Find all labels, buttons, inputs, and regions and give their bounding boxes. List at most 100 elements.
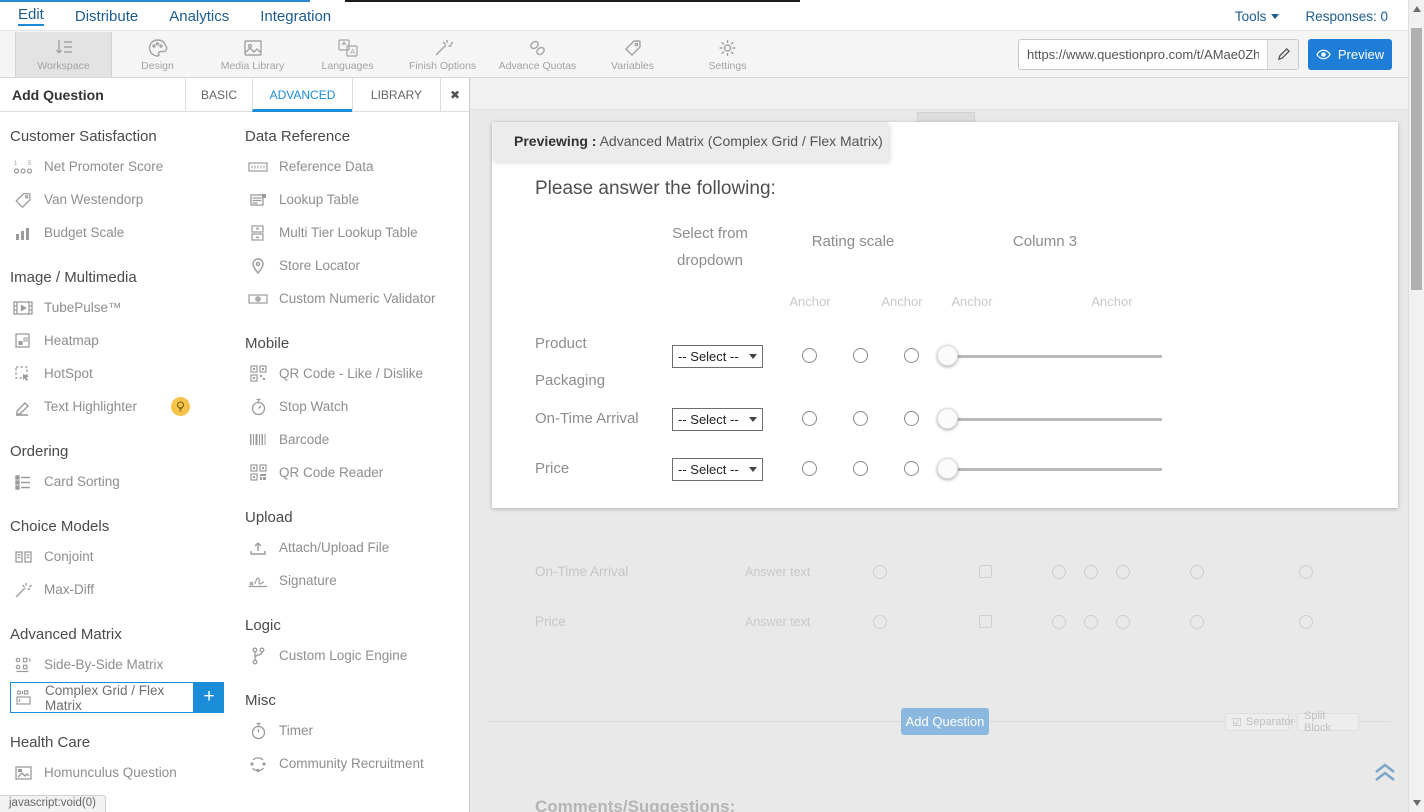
item-qr-code-reader[interactable]: QR Code Reader bbox=[245, 456, 470, 489]
item-signature[interactable]: Signature bbox=[245, 564, 470, 597]
radio-on-time-arrival-2[interactable] bbox=[853, 411, 868, 426]
dropdown-product-packaging[interactable]: -- Select -- bbox=[672, 345, 763, 368]
scroll-to-top-button[interactable] bbox=[1373, 761, 1397, 783]
separator-toggle[interactable]: ☑Separator bbox=[1225, 713, 1289, 731]
radio-price-2[interactable] bbox=[853, 461, 868, 476]
item-custom-logic-engine[interactable]: Custom Logic Engine bbox=[245, 639, 470, 672]
stopwatch-icon bbox=[245, 398, 271, 416]
item-text-highlighter[interactable]: Text Highlighter bbox=[10, 390, 235, 423]
item-stop-watch[interactable]: Stop Watch bbox=[245, 390, 470, 423]
branch-icon bbox=[245, 647, 271, 665]
wand-icon bbox=[433, 38, 453, 58]
select-arrow-icon bbox=[749, 417, 757, 422]
slider-track[interactable] bbox=[938, 355, 1162, 358]
section-advanced-matrix: Advanced Matrix Side-By-Side Matrix Comp… bbox=[10, 622, 235, 714]
radio-price-1[interactable] bbox=[802, 461, 817, 476]
item-reference-data[interactable]: Reference Data bbox=[245, 150, 470, 183]
item-lookup-table[interactable]: Lookup Table bbox=[245, 183, 470, 216]
faded-radio bbox=[1052, 615, 1066, 629]
preview-card: Previewing : Advanced Matrix (Complex Gr… bbox=[492, 122, 1398, 508]
faded-radio bbox=[1084, 615, 1098, 629]
slider-handle-on-time-arrival[interactable] bbox=[937, 408, 958, 429]
item-conjoint[interactable]: Conjoint bbox=[10, 540, 235, 573]
qr-code-icon bbox=[245, 365, 271, 382]
item-community-recruitment[interactable]: Community Recruitment bbox=[245, 747, 470, 780]
scrollbar-thumb[interactable] bbox=[1411, 28, 1422, 290]
section-title: Misc bbox=[245, 688, 470, 714]
scrollbar-up-arrow[interactable] bbox=[1413, 6, 1421, 12]
item-hotspot[interactable]: HotSpot bbox=[10, 357, 235, 390]
dropdown-price[interactable]: -- Select -- bbox=[672, 458, 763, 481]
radio-on-time-arrival-3[interactable] bbox=[904, 411, 919, 426]
settings-button[interactable]: Settings bbox=[680, 32, 775, 77]
radio-product-packaging-3[interactable] bbox=[904, 348, 919, 363]
design-button[interactable]: Design bbox=[110, 32, 205, 77]
add-question-button[interactable]: Add Question bbox=[901, 708, 989, 735]
item-barcode[interactable]: Barcode bbox=[245, 423, 470, 456]
radio-product-packaging-2[interactable] bbox=[853, 348, 868, 363]
variables-button[interactable]: Variables bbox=[585, 32, 680, 77]
finish-options-button[interactable]: Finish Options bbox=[395, 32, 490, 77]
radio-price-3[interactable] bbox=[904, 461, 919, 476]
tab-advanced[interactable]: ADVANCED bbox=[252, 78, 352, 112]
palette-icon bbox=[147, 38, 168, 58]
item-max-diff[interactable]: Max-Diff bbox=[10, 573, 235, 606]
item-budget-scale[interactable]: Budget Scale bbox=[10, 216, 235, 249]
slider-track[interactable] bbox=[938, 418, 1162, 421]
item-qr-code-like-dislike[interactable]: QR Code - Like / Dislike bbox=[245, 357, 470, 390]
slider-handle-product-packaging[interactable] bbox=[937, 345, 958, 366]
faded-checkbox bbox=[979, 615, 992, 628]
new-feature-badge bbox=[171, 397, 190, 416]
item-attach-upload-file[interactable]: Attach/Upload File bbox=[245, 531, 470, 564]
radio-product-packaging-1[interactable] bbox=[802, 348, 817, 363]
responses-count[interactable]: Responses: 0 bbox=[1305, 9, 1388, 24]
link-icon bbox=[527, 38, 548, 58]
item-complex-grid-flex-matrix-selected[interactable]: Complex Grid / Flex Matrix bbox=[10, 682, 194, 713]
page-scrollbar[interactable] bbox=[1408, 0, 1424, 812]
price-tag-icon bbox=[10, 191, 36, 209]
item-van-westendorp[interactable]: Van Westendorp bbox=[10, 183, 235, 216]
advance-quotas-button[interactable]: Advance Quotas bbox=[490, 32, 585, 77]
tools-dropdown[interactable]: Tools bbox=[1235, 9, 1280, 24]
item-multi-tier-lookup-table[interactable]: Multi Tier Lookup Table bbox=[245, 216, 470, 249]
tab-library[interactable]: LIBRARY bbox=[352, 78, 440, 112]
slider-track[interactable] bbox=[938, 468, 1162, 471]
item-tubepulse[interactable]: TubePulse™ bbox=[10, 291, 235, 324]
add-complex-grid-button[interactable]: + bbox=[194, 682, 224, 713]
media-library-button[interactable]: Media Library bbox=[205, 32, 300, 77]
item-net-promoter-score[interactable]: 15 Net Promoter Score bbox=[10, 150, 235, 183]
dropdown-on-time-arrival[interactable]: -- Select -- bbox=[672, 408, 763, 431]
survey-url-input[interactable] bbox=[1019, 47, 1267, 62]
item-store-locator[interactable]: Store Locator bbox=[245, 249, 470, 282]
menu-distribute[interactable]: Distribute bbox=[75, 8, 138, 25]
item-timer[interactable]: Timer bbox=[245, 714, 470, 747]
menu-analytics[interactable]: Analytics bbox=[169, 8, 229, 25]
slider-handle-price[interactable] bbox=[937, 458, 958, 479]
menu-integration[interactable]: Integration bbox=[260, 8, 331, 25]
checkbox-checked-icon: ☑ bbox=[1232, 716, 1242, 729]
anchor-label: Anchor bbox=[1080, 294, 1144, 309]
close-panel-button[interactable]: ✖ bbox=[440, 78, 469, 112]
column-header-select-from-dropdown: Select from dropdown bbox=[655, 220, 765, 274]
item-heatmap[interactable]: Heatmap bbox=[10, 324, 235, 357]
preview-button[interactable]: Preview bbox=[1308, 39, 1392, 70]
item-card-sorting[interactable]: Card Sorting bbox=[10, 465, 235, 498]
scrollbar-down-arrow[interactable] bbox=[1413, 800, 1421, 806]
workspace-button[interactable]: Workspace bbox=[15, 32, 112, 77]
menu-edit[interactable]: Edit bbox=[18, 6, 44, 26]
item-custom-numeric-validator[interactable]: Custom Numeric Validator bbox=[245, 282, 470, 315]
edit-url-button[interactable] bbox=[1267, 40, 1298, 69]
tab-basic[interactable]: BASIC bbox=[185, 78, 252, 112]
item-side-by-side-matrix[interactable]: Side-By-Side Matrix bbox=[10, 648, 235, 681]
canvas-top-strip bbox=[470, 78, 1408, 110]
video-icon bbox=[10, 300, 36, 316]
radio-on-time-arrival-1[interactable] bbox=[802, 411, 817, 426]
item-homunculus-question[interactable]: Homunculus Question bbox=[10, 756, 235, 789]
languages-button[interactable]: A Languages bbox=[300, 32, 395, 77]
column-header-rating-scale: Rating scale bbox=[793, 233, 913, 250]
svg-text:5: 5 bbox=[28, 161, 32, 167]
split-block-button[interactable]: Split Block bbox=[1297, 713, 1359, 731]
faded-radio bbox=[1052, 565, 1066, 579]
caret-down-icon bbox=[1271, 14, 1279, 19]
editor-canvas: On-Time Arrival Answer text Price Answer… bbox=[470, 78, 1408, 812]
